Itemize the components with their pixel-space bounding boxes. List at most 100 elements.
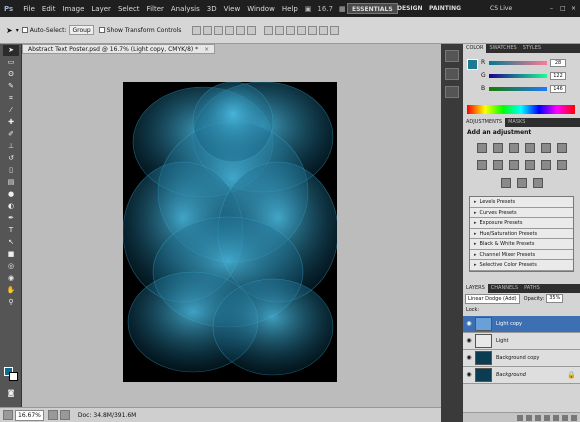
crop-tool-icon[interactable]: ⌗ xyxy=(3,93,19,104)
color-spectrum[interactable] xyxy=(467,105,575,114)
distribute-hcenter-icon[interactable] xyxy=(308,25,318,35)
blue-value[interactable]: 146 xyxy=(550,84,566,93)
blur-tool-icon[interactable]: ● xyxy=(3,189,19,200)
link-layers-icon[interactable] xyxy=(517,414,523,421)
path-select-tool-icon[interactable]: ↖ xyxy=(3,237,19,248)
marquee-tool-icon[interactable]: ▭ xyxy=(3,57,19,68)
hand-tool-icon[interactable]: ✋ xyxy=(3,285,19,296)
preset-black-white[interactable]: ▸ Black & White Presets xyxy=(470,239,573,250)
menu-analysis[interactable]: Analysis xyxy=(171,5,200,13)
bridge-icon[interactable]: ▣ xyxy=(305,5,312,13)
visibility-eye-icon[interactable]: ◉ xyxy=(463,337,475,344)
layer-row-light-copy[interactable]: ◉ Light copy xyxy=(463,315,580,333)
color-panel-swatch[interactable] xyxy=(467,59,478,70)
new-group-icon[interactable] xyxy=(553,414,559,421)
tab-layers[interactable]: LAYERS xyxy=(463,283,488,293)
type-tool-icon[interactable]: T xyxy=(3,225,19,236)
curves-icon[interactable] xyxy=(508,143,519,153)
blue-slider[interactable] xyxy=(489,86,547,91)
document-tab[interactable]: Abstract Text Poster.psd @ 16.7% (Light … xyxy=(22,44,216,54)
3d-orbit-tool-icon[interactable]: ◉ xyxy=(3,273,19,284)
status-icon-2[interactable] xyxy=(59,410,70,420)
visibility-eye-icon[interactable]: ◉ xyxy=(463,371,475,378)
black-white-icon[interactable] xyxy=(492,160,503,171)
workspace-essentials[interactable]: ESSENTIALS xyxy=(347,3,398,14)
background-color-swatch[interactable] xyxy=(9,372,18,381)
3d-rotate-tool-icon[interactable]: ◎ xyxy=(3,261,19,272)
preset-hue-saturation[interactable]: ▸ Hue/Saturation Presets xyxy=(470,229,573,239)
invert-icon[interactable] xyxy=(540,160,551,171)
tab-swatches[interactable]: SWATCHES xyxy=(486,44,519,53)
menu-view[interactable]: View xyxy=(224,5,241,13)
new-adjustment-icon[interactable] xyxy=(544,414,550,421)
align-left-icon[interactable] xyxy=(225,25,235,35)
distribute-bottom-icon[interactable] xyxy=(286,25,296,35)
tab-channels[interactable]: CHANNELS xyxy=(488,284,521,293)
clone-stamp-tool-icon[interactable]: ⊥ xyxy=(3,141,19,152)
brightness-contrast-icon[interactable] xyxy=(476,143,487,153)
red-slider[interactable] xyxy=(489,60,547,65)
gradient-map-icon[interactable] xyxy=(516,177,527,188)
preset-selective-color[interactable]: ▸ Selective Color Presets xyxy=(470,260,573,271)
layer-row-background-copy[interactable]: ◉ Background copy xyxy=(463,349,580,367)
shape-tool-icon[interactable]: ■ xyxy=(3,249,19,260)
blend-mode-dropdown[interactable]: Linear Dodge (Add) xyxy=(465,293,520,304)
show-transform-checkbox[interactable] xyxy=(98,27,105,33)
menu-layer[interactable]: Layer xyxy=(91,5,111,13)
levels-icon[interactable] xyxy=(492,143,503,153)
tab-color[interactable]: COLOR xyxy=(463,44,487,53)
cs-live-button[interactable]: CS Live xyxy=(486,3,516,14)
tab-masks[interactable]: MASKS xyxy=(505,118,528,127)
eraser-tool-icon[interactable]: ▯ xyxy=(3,165,19,176)
move-tool-icon[interactable]: ➤ xyxy=(3,45,19,56)
distribute-vcenter-icon[interactable] xyxy=(275,25,285,35)
menu-edit[interactable]: Edit xyxy=(42,5,56,13)
vibrance-icon[interactable] xyxy=(540,143,551,153)
align-right-icon[interactable] xyxy=(247,25,257,35)
menu-3d[interactable]: 3D xyxy=(207,5,217,13)
visibility-eye-icon[interactable]: ◉ xyxy=(463,354,475,361)
threshold-icon[interactable] xyxy=(500,177,511,188)
document-info[interactable]: Doc: 34.8M/391.6M xyxy=(78,412,136,419)
photo-filter-icon[interactable] xyxy=(508,160,519,171)
distribute-left-icon[interactable] xyxy=(297,25,307,35)
pen-tool-icon[interactable]: ✒ xyxy=(3,213,19,224)
layer-row-background[interactable]: ◉ Background 🔒 xyxy=(463,366,580,384)
align-top-icon[interactable] xyxy=(192,25,202,35)
actions-panel-icon[interactable] xyxy=(445,68,459,80)
zoom-tool-icon[interactable]: ⚲ xyxy=(3,297,19,308)
auto-align-icon[interactable] xyxy=(330,25,340,35)
quick-select-tool-icon[interactable]: ✎ xyxy=(3,81,19,92)
status-icon-1[interactable] xyxy=(47,410,58,420)
distribute-top-icon[interactable] xyxy=(264,25,274,35)
healing-brush-tool-icon[interactable]: ✚ xyxy=(3,117,19,128)
delete-layer-icon[interactable] xyxy=(571,414,577,421)
info-panel-icon[interactable] xyxy=(445,86,459,98)
preset-exposure[interactable]: ▸ Exposure Presets xyxy=(470,218,573,229)
move-tool-icon[interactable]: ➤ xyxy=(6,26,13,35)
menu-window[interactable]: Window xyxy=(247,5,275,13)
visibility-eye-icon[interactable]: ◉ xyxy=(463,320,475,327)
preset-levels[interactable]: ▸ Levels Presets xyxy=(470,197,573,208)
tab-paths[interactable]: PATHS xyxy=(521,284,543,293)
menu-image[interactable]: Image xyxy=(62,5,84,13)
preset-channel-mixer[interactable]: ▸ Channel Mixer Presets xyxy=(470,250,573,260)
opacity-field[interactable]: 35% xyxy=(546,294,564,303)
green-value[interactable]: 122 xyxy=(550,71,566,80)
preset-curves[interactable]: ▸ Curves Presets xyxy=(470,208,573,218)
tool-preset-icon[interactable]: ▾ xyxy=(16,27,19,34)
history-panel-icon[interactable] xyxy=(445,50,459,62)
layer-row-light[interactable]: ◉ Light xyxy=(463,332,580,350)
zoom-field[interactable]: 16.67% xyxy=(15,409,44,421)
eyedropper-tool-icon[interactable]: ⁄ xyxy=(3,105,19,116)
auto-select-dropdown[interactable]: Group xyxy=(69,25,94,35)
menu-select[interactable]: Select xyxy=(118,5,140,13)
close-tab-icon[interactable]: × xyxy=(204,46,209,53)
exposure-icon[interactable] xyxy=(524,143,535,153)
auto-select-checkbox[interactable] xyxy=(21,27,28,33)
document-canvas[interactable] xyxy=(123,82,337,382)
tab-styles[interactable]: STYLES xyxy=(520,44,544,53)
zoom-level-field[interactable]: 16.7 xyxy=(317,5,333,13)
red-value[interactable]: 28 xyxy=(550,58,566,67)
quick-mask-icon[interactable]: ◙ xyxy=(3,388,19,399)
